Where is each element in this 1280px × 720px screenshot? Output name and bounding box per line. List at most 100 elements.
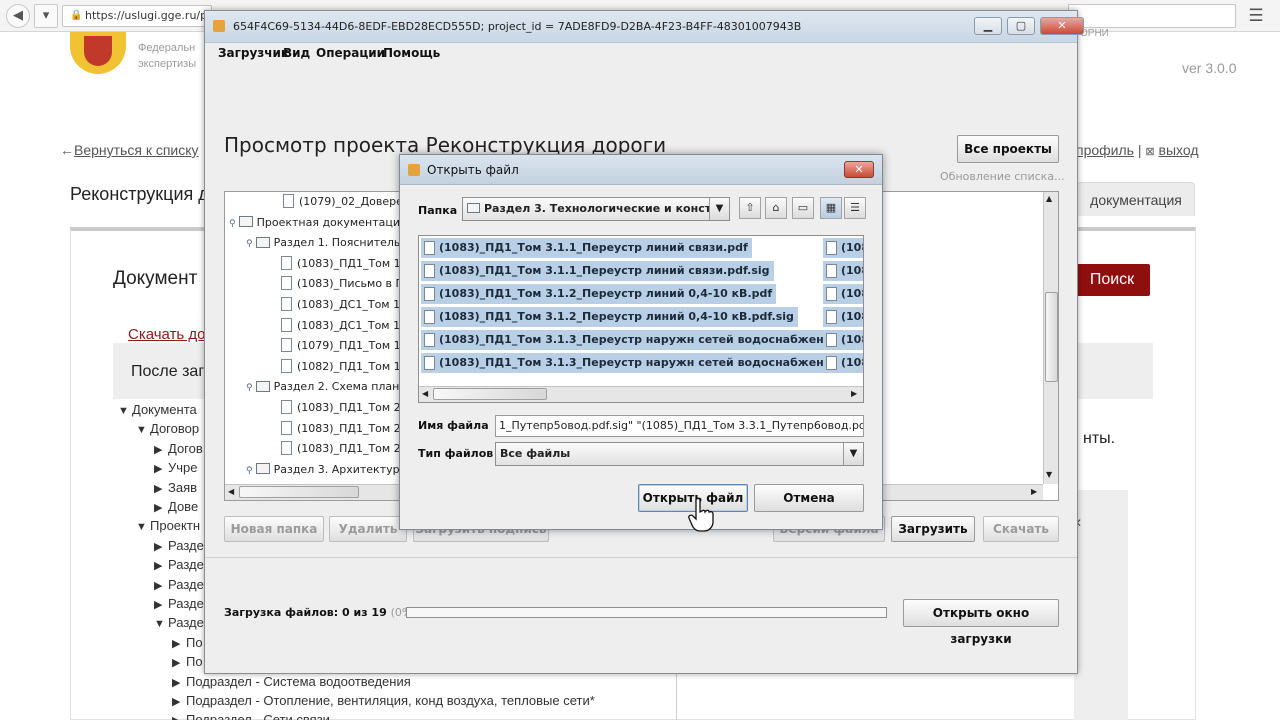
filetype-combo[interactable]: Все файлы ▼ — [495, 442, 864, 466]
triangle-right-icon[interactable]: ▶ — [172, 695, 186, 708]
close-icon[interactable]: ✕ — [1040, 17, 1084, 35]
tree-file-node[interactable]: (1083)_ПД1_Том 1 — [281, 255, 401, 273]
minimize-icon[interactable]: ▁ — [974, 17, 1002, 35]
folder-combo[interactable]: Раздел 3. Технологические и конструк... … — [462, 197, 730, 221]
new-folder-icon[interactable]: ▭ — [792, 197, 814, 219]
triangle-right-icon[interactable]: ▶ — [172, 637, 186, 650]
back-link[interactable]: ←Вернуться к списку — [60, 142, 199, 158]
site-tree-item[interactable]: ▶ Разде — [154, 577, 204, 592]
details-view-icon[interactable]: ☰ — [844, 197, 866, 219]
scroll-right-icon[interactable]: ▶ — [1031, 487, 1037, 496]
tree-folder-node[interactable]: ⚲ Раздел 3. Архитектурн — [246, 461, 407, 479]
logout-link[interactable]: выход — [1159, 142, 1199, 158]
site-tree-item[interactable]: ▶ Разде — [154, 557, 204, 572]
triangle-right-icon[interactable]: ▶ — [154, 482, 168, 495]
site-tree-item[interactable]: ▶ Разде — [154, 596, 204, 611]
triangle-right-icon[interactable]: ▶ — [154, 443, 168, 456]
all-projects-button[interactable]: Все проекты — [957, 135, 1059, 163]
site-tree-item[interactable]: ▼ Договор — [136, 421, 199, 436]
profile-link[interactable]: профиль — [1076, 142, 1134, 158]
file-list-item[interactable]: (1083)_ПД1_Том 3.1.1_Переустр линий связ… — [421, 261, 774, 281]
site-tree-item[interactable]: ▶ Дове — [154, 499, 198, 514]
site-tree-item[interactable]: ▼ Документа — [118, 402, 197, 417]
triangle-down-icon[interactable]: ▼ — [136, 424, 150, 436]
hscroll-thumb[interactable] — [239, 486, 359, 498]
file-list-item[interactable]: (1083)_ПД1_Том 3.1.1_Переустр линий связ… — [421, 238, 752, 258]
tree-file-node[interactable]: (1083)_ДС1_Том 1 — [281, 317, 400, 335]
scroll-down-icon[interactable]: ▼ — [1046, 470, 1052, 479]
expand-toggle-icon[interactable]: ⚲ — [246, 466, 253, 476]
site-tree-item[interactable]: ▼ Разде — [154, 615, 204, 630]
file-list-item[interactable]: (1083)_ПД1_Том 3.1.2_Переустр линий 0,4-… — [421, 307, 798, 327]
menu-loader[interactable]: Загрузчик — [218, 46, 289, 60]
tree-file-node[interactable]: (1079)_ПД1_Том 1 — [281, 337, 401, 355]
triangle-right-icon[interactable]: ▶ — [154, 540, 168, 553]
file-list-item[interactable]: (1083 — [823, 238, 863, 258]
tree-file-node[interactable]: (1083)_Письмо в П — [281, 275, 404, 293]
hamburger-icon[interactable]: ☰ — [1244, 6, 1268, 26]
site-tree-item[interactable]: ▶ Учре — [154, 460, 198, 475]
new-folder-button[interactable]: Новая папка — [224, 516, 324, 542]
browser-search-input[interactable] — [1068, 4, 1236, 28]
hscroll-thumb[interactable] — [433, 388, 547, 400]
triangle-down-icon[interactable]: ▼ — [118, 405, 132, 417]
site-tree-item[interactable]: ▼ Проектн — [136, 518, 200, 533]
url-bar[interactable]: 🔒 https://uslugi.gge.ru/pr — [62, 5, 212, 27]
file-list-item[interactable]: (1083)_ПД1_Том 3.1.3_Переустр наружн сет… — [421, 330, 863, 350]
menu-view[interactable]: Вид — [283, 46, 310, 60]
cancel-button[interactable]: Отмена — [754, 484, 864, 512]
tree-file-node[interactable]: (1083)_ПД1_Том 2 — [281, 440, 401, 458]
site-tree-item[interactable]: ▶ По — [172, 654, 203, 669]
expand-toggle-icon[interactable]: ⚲ — [246, 383, 253, 393]
expand-toggle-icon[interactable]: ⚲ — [229, 219, 236, 229]
scroll-thumb[interactable] — [1045, 292, 1058, 382]
site-tree-item[interactable]: ▶ По — [172, 635, 203, 650]
site-tree-item[interactable]: ▶ Разде — [154, 538, 204, 553]
download-link[interactable]: Скачать до — [128, 326, 206, 343]
site-tree-item[interactable]: ▶ Подраздел - Система водоотведения — [172, 674, 411, 689]
triangle-down-icon[interactable]: ▼ — [136, 521, 150, 533]
triangle-right-icon[interactable]: ▶ — [154, 598, 168, 611]
upload-button[interactable]: Загрузить — [891, 516, 975, 542]
scroll-up-icon[interactable]: ▲ — [1046, 194, 1052, 203]
menu-operations[interactable]: Операции — [316, 46, 385, 60]
tree-file-node[interactable]: (1083)_ДС1_Том 1 — [281, 296, 400, 314]
tree-file-node[interactable]: (1083)_ПД1_Том 2 — [281, 420, 401, 438]
maximize-icon[interactable]: ▢ — [1007, 17, 1035, 35]
filename-input[interactable]: 1_Путепр5овод.pdf.sig" "(1085)_ПД1_Том 3… — [495, 415, 864, 437]
chevron-down-icon[interactable]: ▼ — [709, 198, 729, 220]
file-list-item[interactable]: (108 — [823, 353, 863, 373]
home-icon[interactable]: ⌂ — [765, 197, 787, 219]
file-list-item[interactable]: (108 — [823, 307, 863, 327]
up-folder-icon[interactable]: ⇧ — [739, 197, 761, 219]
file-list-item[interactable]: (108 — [823, 261, 863, 281]
tree-folder-node[interactable]: ⚲ Раздел 2. Схема план — [246, 378, 399, 396]
arrow-left-icon[interactable]: ◀ — [6, 4, 30, 28]
tree-file-node[interactable]: (1082)_ПД1_Том 1 — [281, 358, 401, 376]
menu-help[interactable]: Помощь — [383, 46, 440, 60]
triangle-down-icon[interactable]: ▼ — [154, 618, 168, 630]
site-tree-item[interactable]: ▶ Подраздел - Отопление, вентиляция, конд… — [172, 693, 595, 708]
download-button[interactable]: Скачать — [983, 516, 1059, 542]
tree-vertical-scrollbar[interactable]: ▲ ▼ — [1043, 192, 1058, 484]
chevron-down-icon[interactable]: ▼ — [843, 443, 863, 465]
file-list-item[interactable]: (108 — [823, 330, 863, 350]
delete-button[interactable]: Удалить — [329, 516, 407, 542]
file-list-hscrollbar[interactable]: ◀ ▶ — [419, 386, 863, 402]
site-tree-item[interactable]: ▶ Догов — [154, 441, 203, 456]
file-list-item[interactable]: (1083)_ПД1_Том 3.1.2_Переустр линий 0,4-… — [421, 284, 777, 304]
triangle-right-icon[interactable]: ▶ — [154, 462, 168, 475]
dropdown-chevron-icon[interactable]: ▾ — [34, 4, 58, 28]
tab-documentation[interactable]: документация — [1077, 182, 1195, 216]
file-list[interactable]: (1083)_ПД1_Том 3.1.1_Переустр линий связ… — [418, 235, 864, 403]
tree-file-node[interactable]: (1083)_ПД1_Том 2 — [281, 399, 401, 417]
file-list-item[interactable]: (108 — [823, 284, 863, 304]
triangle-right-icon[interactable]: ▶ — [172, 656, 186, 669]
list-view-icon[interactable]: ▦ — [820, 197, 842, 219]
tree-file-node[interactable]: (1079)_02_Довере — [283, 193, 403, 211]
scroll-right-icon[interactable]: ▶ — [851, 389, 857, 398]
open-upload-window-button[interactable]: Открыть окно загрузки — [903, 599, 1059, 646]
triangle-right-icon[interactable]: ▶ — [172, 676, 186, 689]
tree-folder-node[interactable]: ⚲ Проектная документация — [229, 214, 407, 232]
tree-folder-node[interactable]: ⚲ Раздел 1. Пояснитель — [246, 234, 400, 252]
